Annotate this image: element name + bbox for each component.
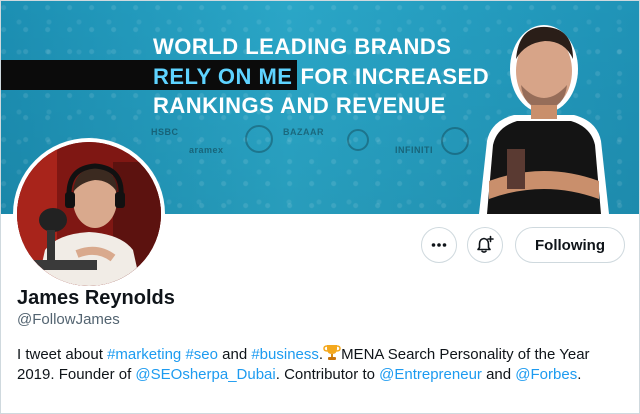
brand-logo-infiniti: INFINITI xyxy=(395,145,433,155)
brand-logo-aramex: aramex xyxy=(189,145,224,155)
bio-text: and xyxy=(481,366,516,383)
avatar-photo xyxy=(17,142,161,286)
bio-text: . Contributor to xyxy=(275,366,380,383)
hashtag-link-business[interactable]: #business xyxy=(251,346,319,363)
profile-card: WORLD LEADING BRANDS RELY ON ME FOR INCRE… xyxy=(0,0,640,414)
banner-person-image xyxy=(479,25,609,214)
profile-handle: @FollowJames xyxy=(17,311,120,328)
following-button[interactable]: Following xyxy=(515,227,625,263)
banner-headline-line2-rest: FOR INCREASED xyxy=(300,64,490,89)
notifications-button[interactable] xyxy=(467,227,503,263)
more-button[interactable] xyxy=(421,227,457,263)
brand-logo-seal xyxy=(245,125,273,153)
hashtag-link-marketing[interactable]: #marketing xyxy=(107,346,181,363)
profile-bio: I tweet about #marketing #seo and #busin… xyxy=(17,343,629,385)
mention-link-seosherpa[interactable]: @SEOsherpa_Dubai xyxy=(135,366,275,383)
brand-logo-nissan xyxy=(441,127,469,155)
avatar-image xyxy=(17,142,161,286)
mention-link-entrepreneur[interactable]: @Entrepreneur xyxy=(379,366,482,383)
banner-headline-line2: RELY ON ME FOR INCREASED xyxy=(153,64,489,90)
more-horizontal-icon xyxy=(431,243,447,247)
hashtag-link-seo[interactable]: #seo xyxy=(185,346,218,363)
profile-name: James Reynolds xyxy=(17,287,175,309)
brand-logos: HSBC aramex BAZAAR INFINITI xyxy=(151,125,481,165)
banner-headline-highlight: RELY ON ME xyxy=(153,64,293,89)
banner-headline-line1: WORLD LEADING BRANDS xyxy=(153,34,452,59)
brand-logo-hsbc: HSBC xyxy=(151,127,179,137)
bio-text: . xyxy=(577,366,582,383)
brand-logo-bazaar: BAZAAR xyxy=(283,127,324,137)
banner-headline-line3: RANKINGS AND REVENUE xyxy=(153,93,446,118)
brand-logo-emblem xyxy=(347,129,369,151)
bell-plus-icon xyxy=(477,235,494,253)
profile-avatar[interactable] xyxy=(13,138,165,290)
mention-link-forbes[interactable]: @Forbes xyxy=(515,366,577,383)
bio-text: I tweet about xyxy=(17,346,108,363)
trophy-icon xyxy=(323,345,341,360)
bio-text: and xyxy=(217,346,252,363)
